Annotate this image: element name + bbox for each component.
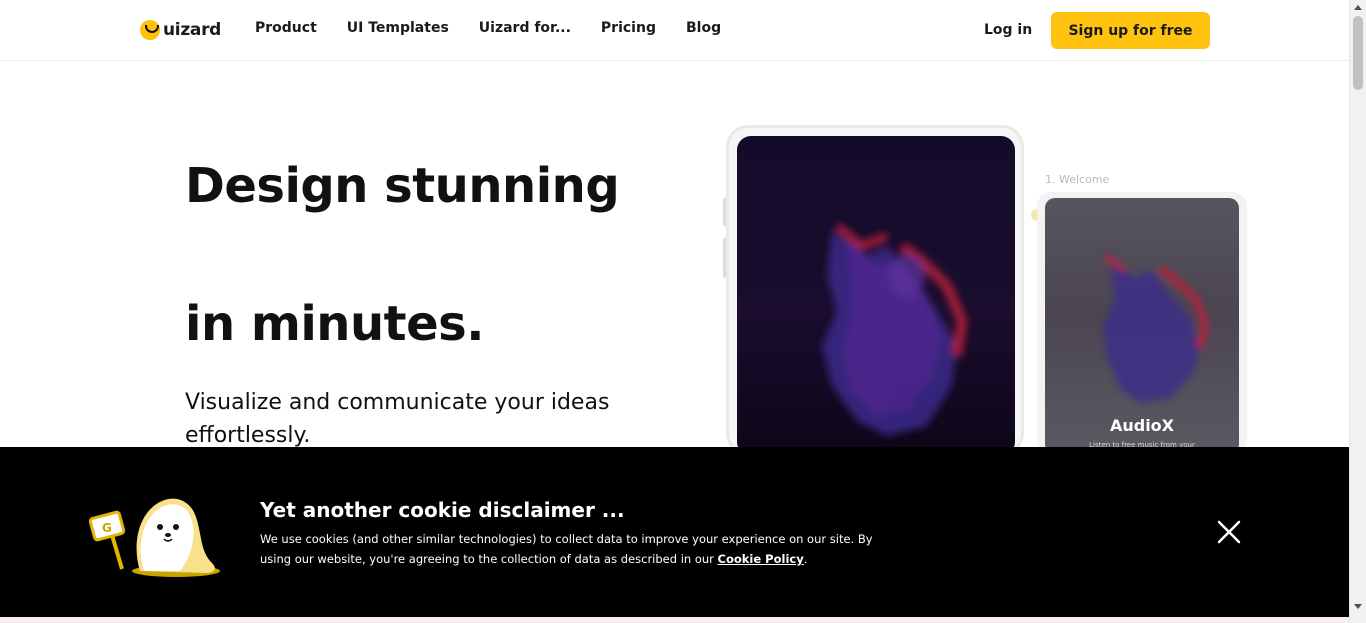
dancer-image (822, 222, 968, 436)
scroll-up-arrow-icon[interactable] (1354, 5, 1362, 10)
top-navbar: uizard Product UI Templates Uizard for..… (0, 0, 1349, 61)
phone-mockup-secondary: AudioX Listen to free music from your (1037, 192, 1247, 454)
scrollbar-thumb[interactable] (1353, 16, 1363, 90)
cookie-suffix: . (803, 552, 808, 566)
phone-secondary-screen: AudioX Listen to free music from your (1045, 198, 1239, 454)
vertical-scrollbar[interactable] (1349, 0, 1366, 623)
hero-subtext: Visualize and communicate your ideas eff… (185, 390, 610, 448)
phone-mockup-main (723, 125, 1024, 456)
hero-headline-line1: Design stunning (185, 158, 620, 214)
scroll-down-arrow-icon[interactable] (1354, 604, 1362, 609)
nav-item-blog[interactable]: Blog (686, 20, 721, 36)
phone-main-screen-image (737, 136, 1015, 456)
nav-item-product[interactable]: Product (255, 20, 317, 36)
hero-headline-line2: in minutes. (185, 296, 484, 352)
cookie-banner: G Yet another cookie disclaimer ... We u… (0, 447, 1349, 617)
nav-item-uizard-for[interactable]: Uizard for... (479, 20, 571, 36)
nav-item-ui-templates[interactable]: UI Templates (347, 20, 449, 36)
main-nav: Product UI Templates Uizard for... Prici… (255, 20, 751, 36)
audiox-title: AudioX (1109, 416, 1175, 435)
phone-side-button (723, 198, 726, 226)
brand-name: uizard (163, 20, 222, 40)
cookie-title: Yet another cookie disclaimer ... (260, 498, 625, 522)
cookie-text: We use cookies (and other similar techno… (260, 529, 900, 569)
uizard-logo-icon (140, 20, 160, 40)
page-bottom-strip (0, 617, 1349, 623)
nav-item-pricing[interactable]: Pricing (601, 20, 656, 36)
cookie-policy-link[interactable]: Cookie Policy (718, 552, 804, 566)
signup-button[interactable]: Sign up for free (1051, 12, 1210, 49)
login-link[interactable]: Log in (984, 22, 1032, 38)
close-icon[interactable] (1214, 517, 1244, 547)
dancer-image-small (1103, 253, 1210, 403)
phone-side-button (723, 238, 726, 278)
mascot-sign-text: G (102, 521, 112, 535)
uizard-logo[interactable]: uizard (140, 19, 221, 41)
seal-mascot-icon: G (88, 498, 220, 577)
mockup-welcome-label: 1. Welcome (1045, 173, 1110, 186)
